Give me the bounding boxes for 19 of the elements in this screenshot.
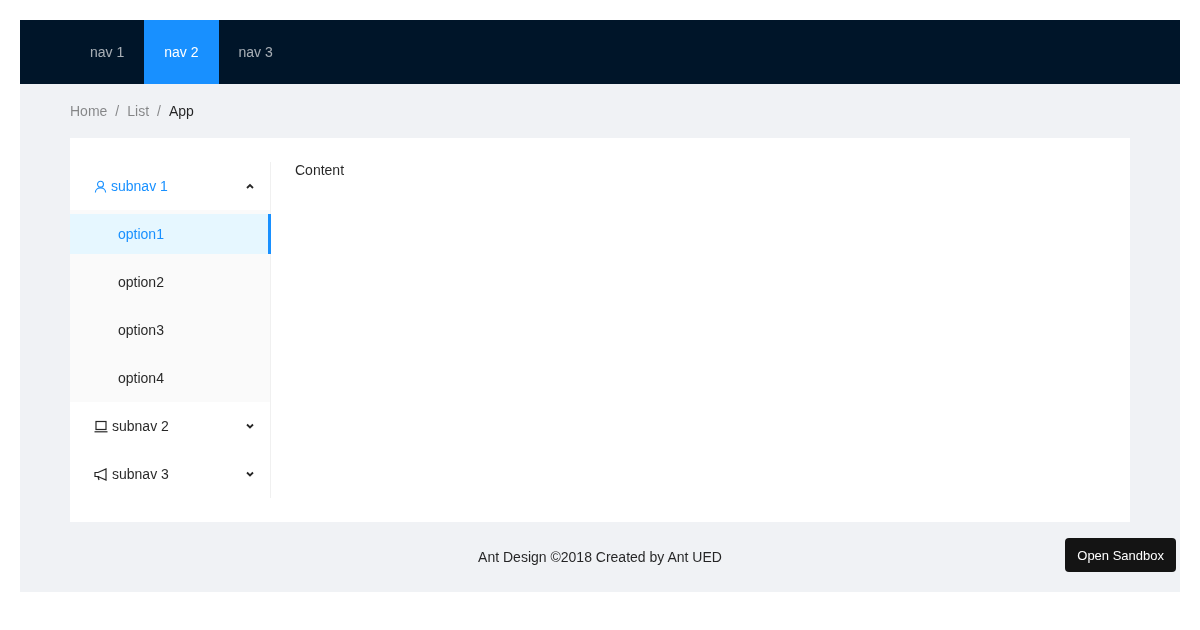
menu-item[interactable]: option2 [70, 262, 271, 302]
breadcrumb-separator: / [157, 102, 161, 121]
megaphone-icon [94, 467, 108, 481]
open-sandbox-button[interactable]: Open Sandbox [1065, 538, 1176, 572]
breadcrumb-separator: / [115, 102, 120, 121]
breadcrumb-item: App [168, 102, 194, 121]
laptop-icon [94, 419, 108, 433]
menu-item[interactable]: option3 [70, 310, 271, 350]
submenu-title[interactable]: subnav 2 [70, 406, 270, 446]
content-text: Content [295, 162, 345, 178]
nav-item[interactable]: nav 1 [70, 20, 145, 84]
nav-item[interactable]: nav 3 [218, 20, 293, 84]
menu-item[interactable]: option4 [70, 358, 271, 398]
user-icon [94, 179, 107, 193]
caret-icon [246, 423, 254, 429]
caret-icon [246, 183, 254, 189]
caret-icon [246, 471, 254, 477]
submenu-title[interactable]: subnav 3 [70, 454, 270, 494]
footer-text: Ant Design ©2018 Created by Ant UED [478, 549, 722, 565]
